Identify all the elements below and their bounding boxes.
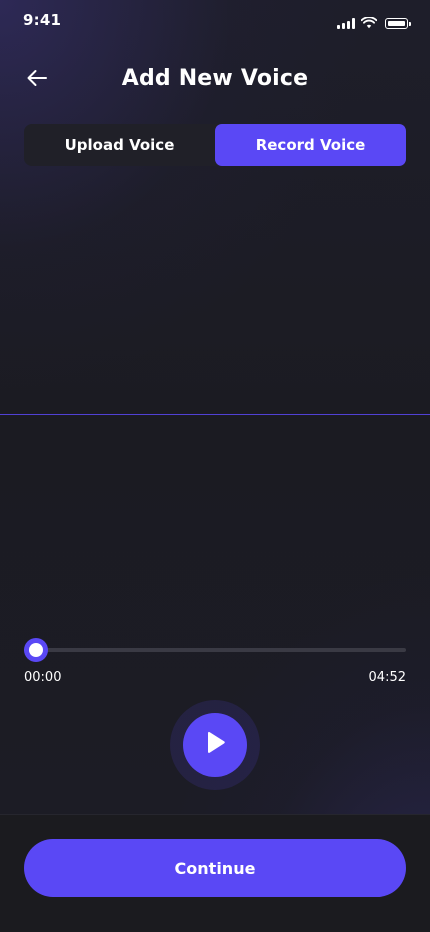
seek-thumb[interactable]: [24, 638, 48, 662]
waveform-baseline: [0, 414, 430, 415]
battery-icon: [385, 18, 411, 29]
voice-source-tabs: Upload Voice Record Voice: [24, 124, 406, 166]
tab-upload-voice[interactable]: Upload Voice: [24, 124, 215, 166]
status-time: 9:41: [23, 11, 62, 29]
status-icons: [337, 14, 411, 33]
wifi-icon: [360, 14, 378, 33]
page-title: Add New Voice: [121, 66, 309, 91]
bottom-action-area: Continue: [0, 814, 430, 932]
continue-button[interactable]: Continue: [24, 839, 406, 897]
playback-seek-bar[interactable]: [24, 638, 406, 662]
add-new-voice-screen: 9:41 Add New Voice Upload Voice Record V…: [0, 0, 430, 932]
play-button[interactable]: [183, 713, 247, 777]
play-button-ring: [170, 700, 260, 790]
signal-icon: [337, 18, 355, 29]
tab-record-voice[interactable]: Record Voice: [215, 124, 406, 166]
total-time: 04:52: [368, 670, 406, 685]
current-time: 00:00: [24, 670, 62, 685]
play-icon: [203, 730, 227, 760]
header: Add New Voice: [0, 55, 430, 105]
seek-track[interactable]: [24, 648, 406, 652]
status-bar: 9:41: [0, 0, 430, 44]
